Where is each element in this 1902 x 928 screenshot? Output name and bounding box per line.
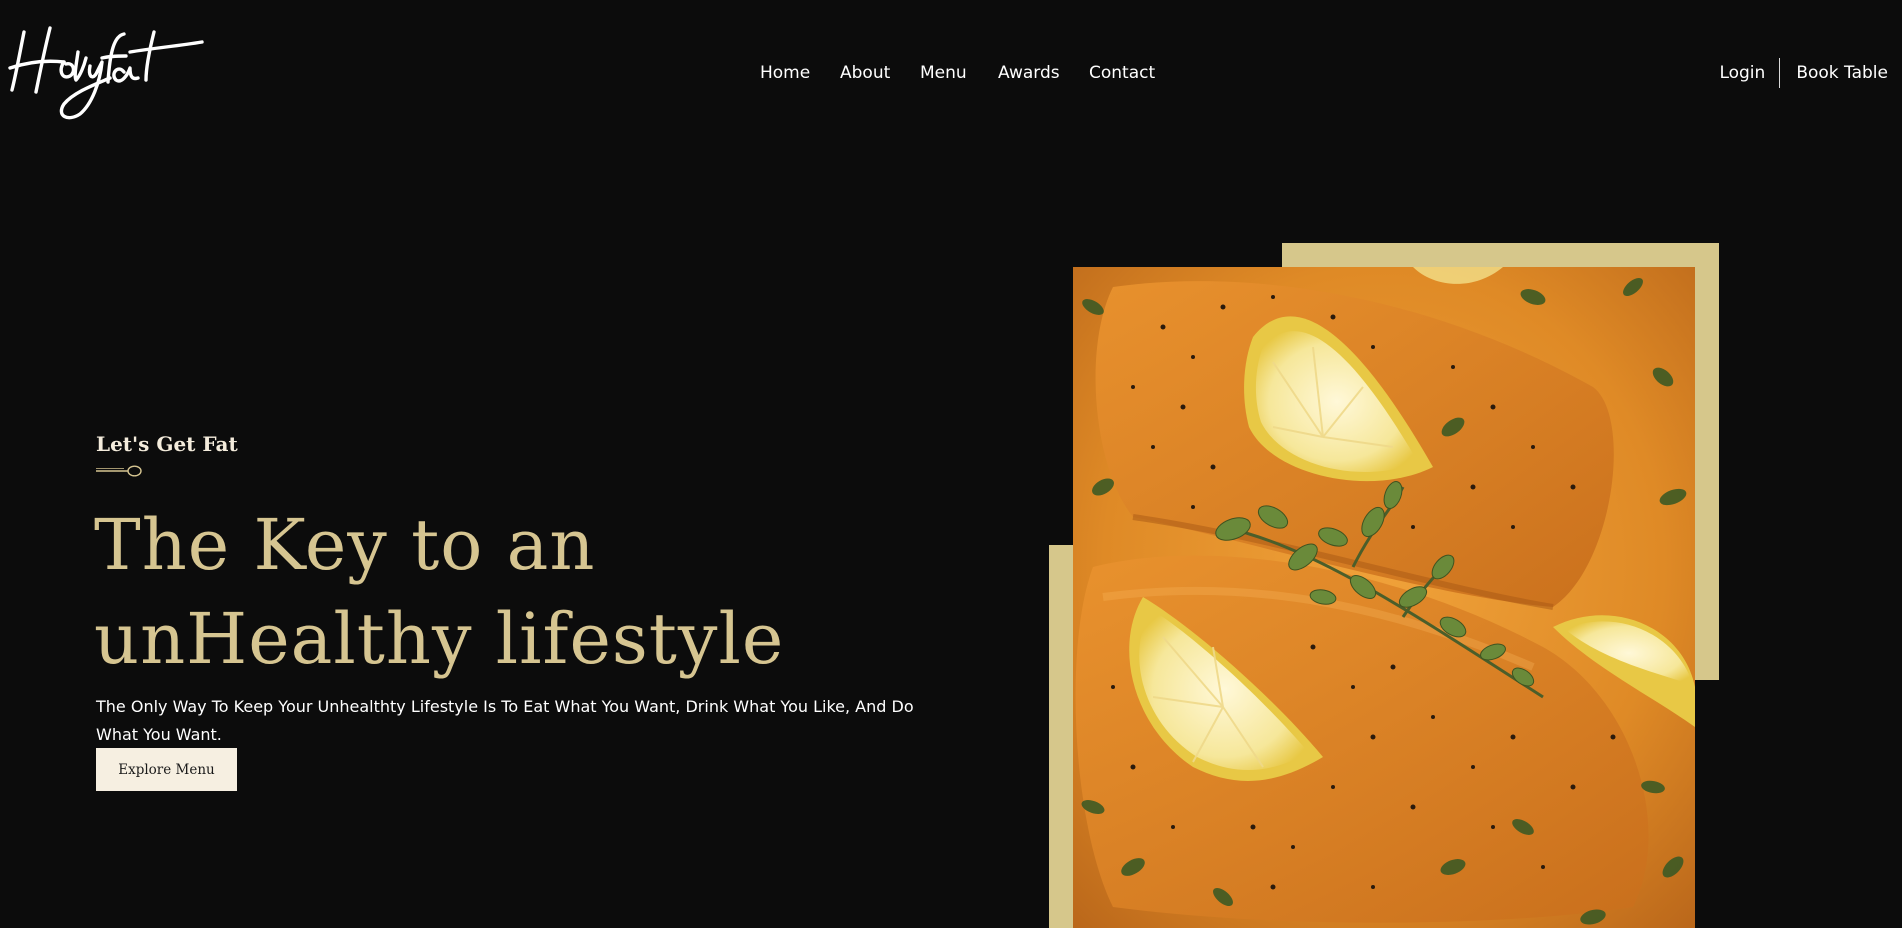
auth-divider [1779, 58, 1781, 88]
nav-item-contact[interactable]: Contact [1089, 60, 1155, 86]
nav-item-menu[interactable]: Menu [920, 60, 967, 86]
landing-page: Home About Menu Awards Contact Login Boo… [0, 0, 1902, 928]
login-link[interactable]: Login [1719, 63, 1765, 83]
book-table-link[interactable]: Book Table [1796, 63, 1888, 83]
hero-food-image [1073, 267, 1695, 928]
hero-eyebrow: Let's Get Fat [96, 432, 238, 456]
nav-item-about[interactable]: About [840, 60, 890, 86]
main-nav: Home About Menu Awards Contact [0, 60, 1902, 86]
hero-title: The Key to an unHealthy lifestyle [94, 498, 954, 686]
explore-menu-button[interactable]: Explore Menu [96, 748, 237, 791]
nav-item-awards[interactable]: Awards [998, 60, 1060, 86]
spoon-icon [96, 465, 142, 477]
hero-title-line-2: unHealthy lifestyle [94, 598, 785, 680]
image-accent-bar [1049, 545, 1075, 928]
hero-description: The Only Way To Keep Your Unhealthty Lif… [96, 697, 914, 744]
nav-item-home[interactable]: Home [760, 60, 810, 86]
auth-links: Login Book Table [1719, 58, 1888, 88]
hero-title-line-1: The Key to an [94, 504, 596, 586]
